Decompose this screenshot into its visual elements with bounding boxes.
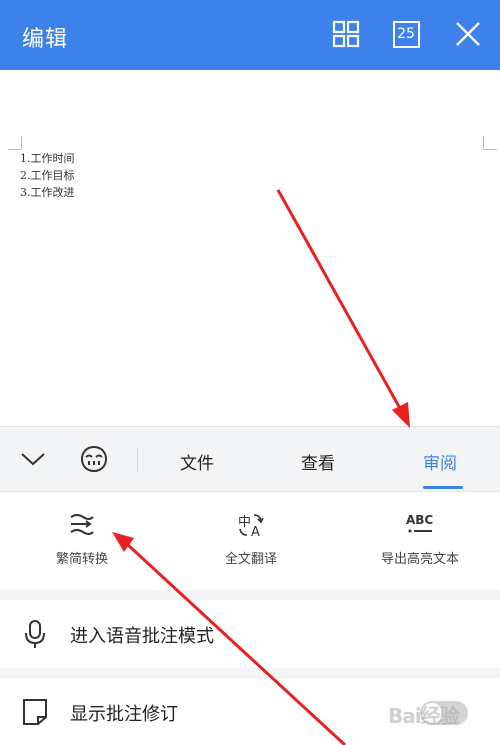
assistant-button[interactable]	[77, 442, 111, 476]
close-button[interactable]	[450, 16, 486, 52]
review-tools: 繁简转换 中 A 全文翻译 ABC 导出高亮文本	[0, 492, 500, 590]
tab-review[interactable]: 审阅	[423, 449, 457, 474]
chevron-down-icon	[21, 453, 45, 466]
document-text[interactable]: 1.工作时间 2.工作目标 3.工作改进	[20, 150, 75, 201]
svg-text:中: 中	[238, 515, 251, 530]
margin-corner-right	[483, 136, 497, 150]
abc-export-icon: ABC	[406, 513, 433, 533]
section-gap	[0, 668, 500, 678]
divider	[137, 447, 138, 473]
doc-line[interactable]: 1.工作时间	[20, 150, 75, 167]
voice-comment-mode-row[interactable]: 进入语音批注模式	[0, 600, 500, 668]
grid-icon	[332, 20, 360, 48]
watermark: Bai经验	[388, 704, 460, 728]
tab-file[interactable]: 文件	[180, 449, 214, 474]
tool-label: 繁简转换	[55, 552, 108, 567]
collapse-button[interactable]	[16, 442, 50, 476]
svg-text:ABC: ABC	[406, 513, 433, 527]
row-label: 进入语音批注模式	[70, 626, 214, 647]
convert-text-icon	[70, 514, 94, 535]
toolbar-tabs: 文件 查看 审阅	[0, 426, 500, 492]
tab-view[interactable]: 查看	[301, 449, 335, 474]
doc-line[interactable]: 2.工作目标	[20, 167, 75, 184]
page-count: 25	[392, 20, 420, 48]
section-gap	[0, 590, 500, 600]
svg-text:A: A	[251, 525, 260, 539]
document-canvas[interactable]: 1.工作时间 2.工作目标 3.工作改进	[0, 70, 500, 426]
doc-line[interactable]: 3.工作改进	[20, 184, 75, 201]
convert-traditional-simplified-button[interactable]: 繁简转换	[12, 510, 152, 567]
tool-label: 全文翻译	[224, 552, 277, 567]
assistant-face-icon	[80, 445, 108, 473]
export-highlight-text-button[interactable]: ABC 导出高亮文本	[350, 510, 490, 567]
top-bar: 编辑 25	[0, 0, 500, 70]
close-icon	[456, 22, 480, 46]
full-text-translate-button[interactable]: 中 A 全文翻译	[181, 510, 321, 567]
row-label: 显示批注修订	[70, 704, 178, 725]
tool-label: 导出高亮文本	[380, 552, 459, 567]
comment-note-icon	[23, 699, 47, 725]
grid-button[interactable]	[328, 16, 364, 52]
microphone-icon	[25, 620, 45, 648]
active-tab-indicator	[423, 486, 463, 489]
page-title: 编辑	[22, 27, 69, 52]
margin-corner-left	[8, 136, 22, 150]
translate-icon: 中 A	[238, 514, 264, 539]
page-count-button[interactable]: 25	[388, 16, 424, 52]
